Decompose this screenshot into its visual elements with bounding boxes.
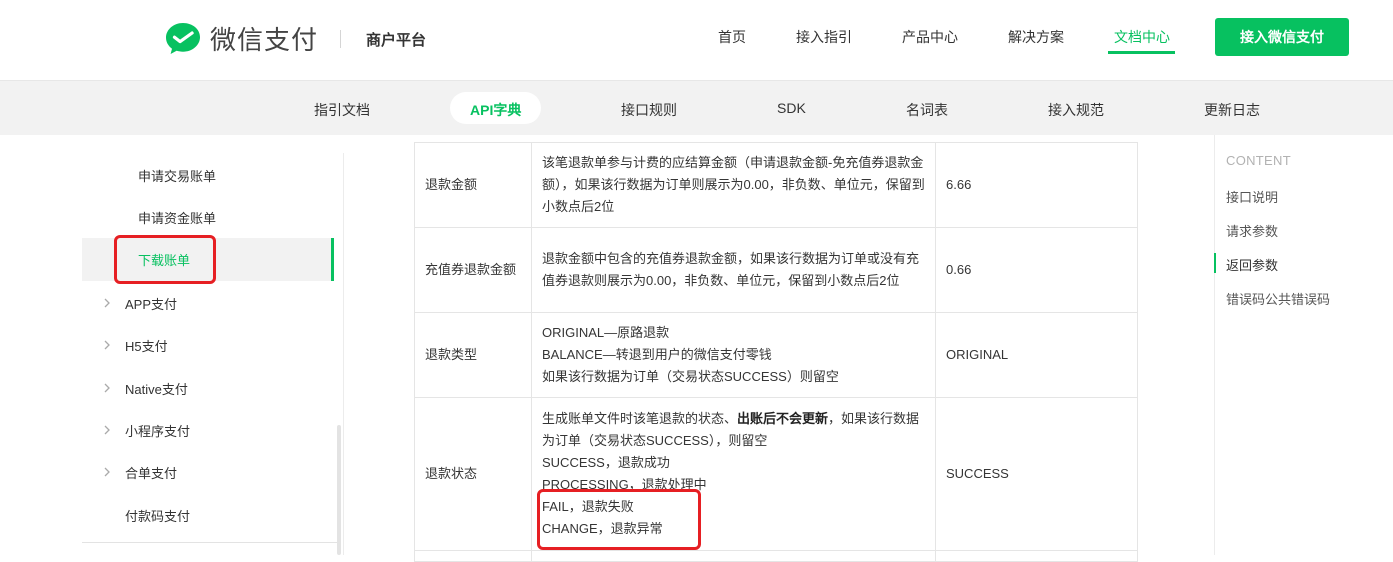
return-params-table: 退款金额 该笔退款单参与计费的应结算金额（申请退款金额-免充值券退款金额），如果… xyxy=(414,142,1138,562)
param-name-cell xyxy=(414,550,532,562)
param-desc-cell: 退款金额中包含的充值券退款金额，如果该行数据为订单或没有充值券退款则展示为0.0… xyxy=(531,227,936,313)
table-row: 退款类型 ORIGINAL—原路退款 BALANCE—转退到用户的微信支付零钱 … xyxy=(414,312,1138,398)
main-nav: 首页 接入指引 产品中心 解决方案 文档中心 xyxy=(0,0,1393,80)
tab-integration-spec[interactable]: 接入规范 xyxy=(1048,100,1104,120)
sidebar-item-label: 下载账单 xyxy=(138,253,191,268)
toc-divider xyxy=(1214,135,1215,555)
sidebar-item-label: 申请资金账单 xyxy=(138,210,217,226)
sidebar-bottom-divider xyxy=(82,542,338,543)
toc-title: CONTENT xyxy=(1226,153,1291,168)
sidebar-item-label: 小程序支付 xyxy=(125,423,191,439)
desc-line: FAIL，退款失败 xyxy=(542,499,634,514)
param-example-cell xyxy=(935,550,1138,562)
param-example-cell: 6.66 xyxy=(935,142,1138,228)
nav-home[interactable]: 首页 xyxy=(718,27,746,47)
toc-item-error-codes[interactable]: 错误码公共错误码 xyxy=(1226,289,1330,308)
param-desc-cell: ORIGINAL—原路退款 BALANCE—转退到用户的微信支付零钱 如果该行数… xyxy=(531,312,936,398)
chevron-right-icon xyxy=(104,383,110,393)
chevron-right-icon xyxy=(104,467,110,477)
sidebar-item-h5-pay[interactable]: H5支付 xyxy=(82,324,334,366)
desc-intro-bold: 出账后不会更新 xyxy=(737,411,829,426)
sub-nav: 指引文档 API字典 接口规则 SDK 名词表 接入规范 更新日志 xyxy=(0,81,1393,135)
sidebar-item-label: 合单支付 xyxy=(125,465,178,481)
integrate-wechat-pay-button[interactable]: 接入微信支付 xyxy=(1215,18,1349,56)
sidebar-scrollbar[interactable] xyxy=(337,425,341,555)
toc-item-api-description[interactable]: 接口说明 xyxy=(1226,187,1278,206)
table-row xyxy=(414,550,1138,562)
tab-api-rules[interactable]: 接口规则 xyxy=(621,100,677,120)
sidebar-item-mini-program-pay[interactable]: 小程序支付 xyxy=(82,409,334,451)
table-row: 退款金额 该笔退款单参与计费的应结算金额（申请退款金额-免充值券退款金额），如果… xyxy=(414,142,1138,228)
desc-line: ORIGINAL—原路退款 xyxy=(542,325,670,340)
sidebar-item-label: 付款码支付 xyxy=(125,508,191,524)
toc-item-request-params[interactable]: 请求参数 xyxy=(1226,221,1278,240)
sidebar-item-payment-code-pay[interactable]: 付款码支付 xyxy=(82,494,334,536)
param-name-cell: 退款金额 xyxy=(414,142,532,228)
toc-item-return-params[interactable]: 返回参数 xyxy=(1226,255,1278,274)
sidebar-divider xyxy=(343,153,344,555)
nav-doc-center[interactable]: 文档中心 xyxy=(1114,27,1170,47)
tab-api-dictionary[interactable]: API字典 xyxy=(470,100,521,120)
nav-active-underline xyxy=(1108,51,1175,54)
desc-line: 如果该行数据为订单（交易状态SUCCESS）则留空 xyxy=(542,369,839,384)
nav-solutions[interactable]: 解决方案 xyxy=(1008,27,1064,47)
desc-intro-pre: 生成账单文件时该笔退款的状态、 xyxy=(542,411,738,426)
desc-line: 退款金额中包含的充值券退款金额，如果该行数据为订单或没有充值券退款则展示为0.0… xyxy=(542,251,920,288)
sidebar-item-label: H5支付 xyxy=(125,338,168,354)
desc-intro: 生成账单文件时该笔退款的状态、出账后不会更新，如果该行数据为订单（交易状态SUC… xyxy=(542,408,925,452)
param-desc-cell: 该笔退款单参与计费的应结算金额（申请退款金额-免充值券退款金额），如果该行数据为… xyxy=(531,142,936,228)
param-name-cell: 退款类型 xyxy=(414,312,532,398)
nav-integration-guide[interactable]: 接入指引 xyxy=(796,27,852,47)
toc-active-indicator xyxy=(1214,253,1216,273)
param-desc-cell: 生成账单文件时该笔退款的状态、出账后不会更新，如果该行数据为订单（交易状态SUC… xyxy=(531,397,936,551)
sidebar-active-indicator xyxy=(331,238,334,281)
sidebar-item-download-bill[interactable]: 下载账单 xyxy=(82,238,334,281)
chevron-right-icon xyxy=(104,298,110,308)
desc-line: 该笔退款单参与计费的应结算金额（申请退款金额-免充值券退款金额），如果该行数据为… xyxy=(542,155,925,214)
param-example-cell: ORIGINAL xyxy=(935,312,1138,398)
param-example-cell: SUCCESS xyxy=(935,397,1138,551)
table-row: 退款状态 生成账单文件时该笔退款的状态、出账后不会更新，如果该行数据为订单（交易… xyxy=(414,397,1138,551)
nav-product-center[interactable]: 产品中心 xyxy=(902,27,958,47)
desc-line: PROCESSING，退款处理中 xyxy=(542,477,707,492)
sidebar-item-label: Native支付 xyxy=(125,381,188,397)
desc-line: BALANCE—转退到用户的微信支付零钱 xyxy=(542,347,772,362)
desc-line: CHANGE，退款异常 xyxy=(542,521,663,536)
sidebar-item-label: 申请交易账单 xyxy=(138,168,217,184)
tab-sdk[interactable]: SDK xyxy=(777,100,806,116)
tab-guide-docs[interactable]: 指引文档 xyxy=(314,100,370,120)
sidebar-item-native-pay[interactable]: Native支付 xyxy=(82,367,334,409)
sidebar-item-app-pay[interactable]: APP支付 xyxy=(82,282,334,324)
desc-line: SUCCESS，退款成功 xyxy=(542,455,670,470)
param-example-cell: 0.66 xyxy=(935,227,1138,313)
sidebar-item-label: APP支付 xyxy=(125,296,178,312)
param-name-cell: 充值券退款金额 xyxy=(414,227,532,313)
chevron-right-icon xyxy=(104,425,110,435)
sidebar-item-combined-pay[interactable]: 合单支付 xyxy=(82,451,334,493)
sidebar-item-apply-trade-bill[interactable]: 申请交易账单 xyxy=(82,154,334,196)
top-header: 微信支付 商户平台 首页 接入指引 产品中心 解决方案 文档中心 接入微信支付 xyxy=(0,0,1393,81)
table-row: 充值券退款金额 退款金额中包含的充值券退款金额，如果该行数据为订单或没有充值券退… xyxy=(414,227,1138,313)
param-name-cell: 退款状态 xyxy=(414,397,532,551)
tab-glossary[interactable]: 名词表 xyxy=(906,100,948,120)
tab-changelog[interactable]: 更新日志 xyxy=(1204,100,1260,120)
param-desc-cell xyxy=(531,550,936,562)
sidebar-item-apply-fund-bill[interactable]: 申请资金账单 xyxy=(82,196,334,238)
chevron-right-icon xyxy=(104,340,110,350)
